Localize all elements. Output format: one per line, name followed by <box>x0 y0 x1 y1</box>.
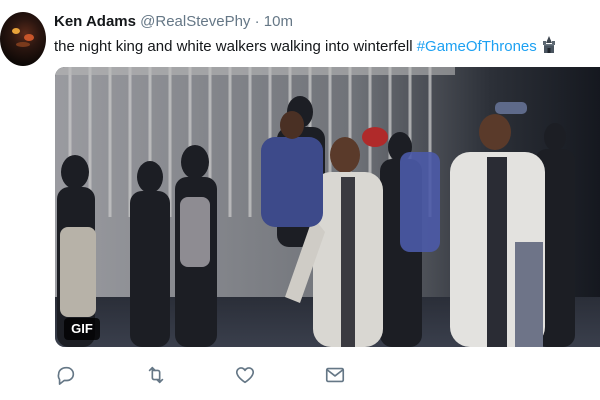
tweet-card[interactable]: Ken Adams @RealStevePhy · 10m the night … <box>0 0 600 400</box>
author-name[interactable]: Ken Adams <box>54 13 136 30</box>
heart-icon[interactable] <box>234 364 258 388</box>
gif-media[interactable] <box>55 67 600 347</box>
retweet-icon[interactable] <box>145 364 169 388</box>
tweet-body: the night king and white walkers walking… <box>54 38 417 55</box>
author-handle[interactable]: @RealStevePhy <box>140 13 250 30</box>
castle-emoji-icon <box>541 36 557 60</box>
gif-badge: GIF <box>64 318 100 340</box>
tweet-header: Ken Adams @RealStevePhy · 10m <box>54 13 293 31</box>
tweet-text: the night king and white walkers walking… <box>54 36 557 60</box>
tweet-actions <box>55 364 355 388</box>
hashtag-link[interactable]: #GameOfThrones <box>417 38 537 55</box>
avatar[interactable] <box>0 12 46 66</box>
timestamp[interactable]: 10m <box>264 13 293 30</box>
reply-icon[interactable] <box>55 364 79 388</box>
direct-message-icon[interactable] <box>324 364 348 388</box>
separator-dot: · <box>254 13 260 30</box>
